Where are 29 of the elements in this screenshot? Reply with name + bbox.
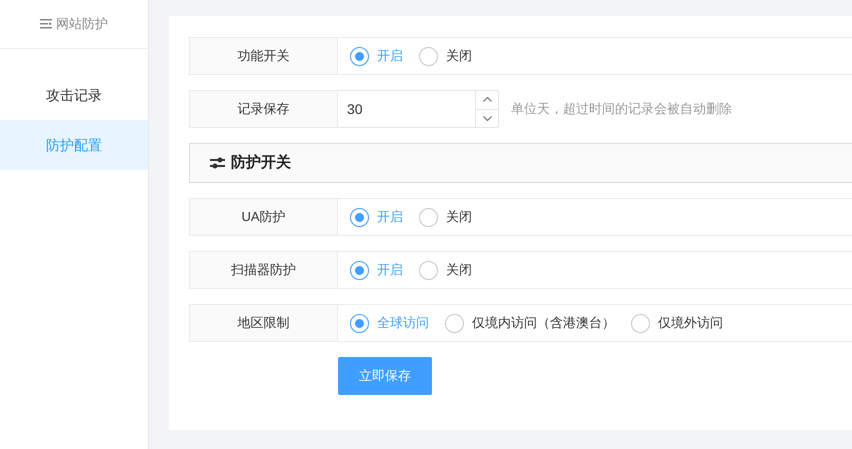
field-label: 扫描器防护 (189, 251, 338, 289)
field-hint: 单位天，超过时间的记录会被自动删除 (511, 100, 732, 118)
field-label: 功能开关 (189, 37, 338, 75)
radio-icon (350, 208, 369, 226)
sliders-icon (210, 157, 225, 169)
chevron-up-icon (482, 97, 492, 102)
sidebar-title: 网站防护 (56, 15, 108, 34)
radio-option[interactable]: 仅境内访问（含港澳台） (445, 313, 615, 333)
field-label: 地区限制 (189, 304, 338, 342)
radio-option[interactable]: 关闭 (419, 46, 472, 66)
radio-icon (419, 260, 438, 280)
radio-icon (350, 260, 369, 280)
radio-icon (350, 46, 369, 66)
radio-icon (445, 314, 464, 332)
field-label: UA防护 (189, 198, 338, 236)
section-title: 防护开关 (231, 152, 291, 173)
radio-icon (419, 46, 438, 66)
radio-icon (350, 314, 369, 332)
radio-icon (631, 314, 650, 332)
radio-option[interactable]: 关闭 (419, 207, 472, 227)
number-field[interactable]: 30 (338, 90, 499, 128)
sidebar-item[interactable]: 攻击记录 (0, 70, 148, 120)
menu-icon (40, 19, 52, 29)
radio-option[interactable]: 仅境外访问 (631, 313, 723, 333)
field-label: 记录保存 (189, 90, 338, 128)
number-value: 30 (346, 100, 364, 118)
chevron-down-icon (482, 116, 492, 121)
radio-option[interactable]: 关闭 (419, 260, 472, 280)
radio-icon (419, 208, 438, 226)
